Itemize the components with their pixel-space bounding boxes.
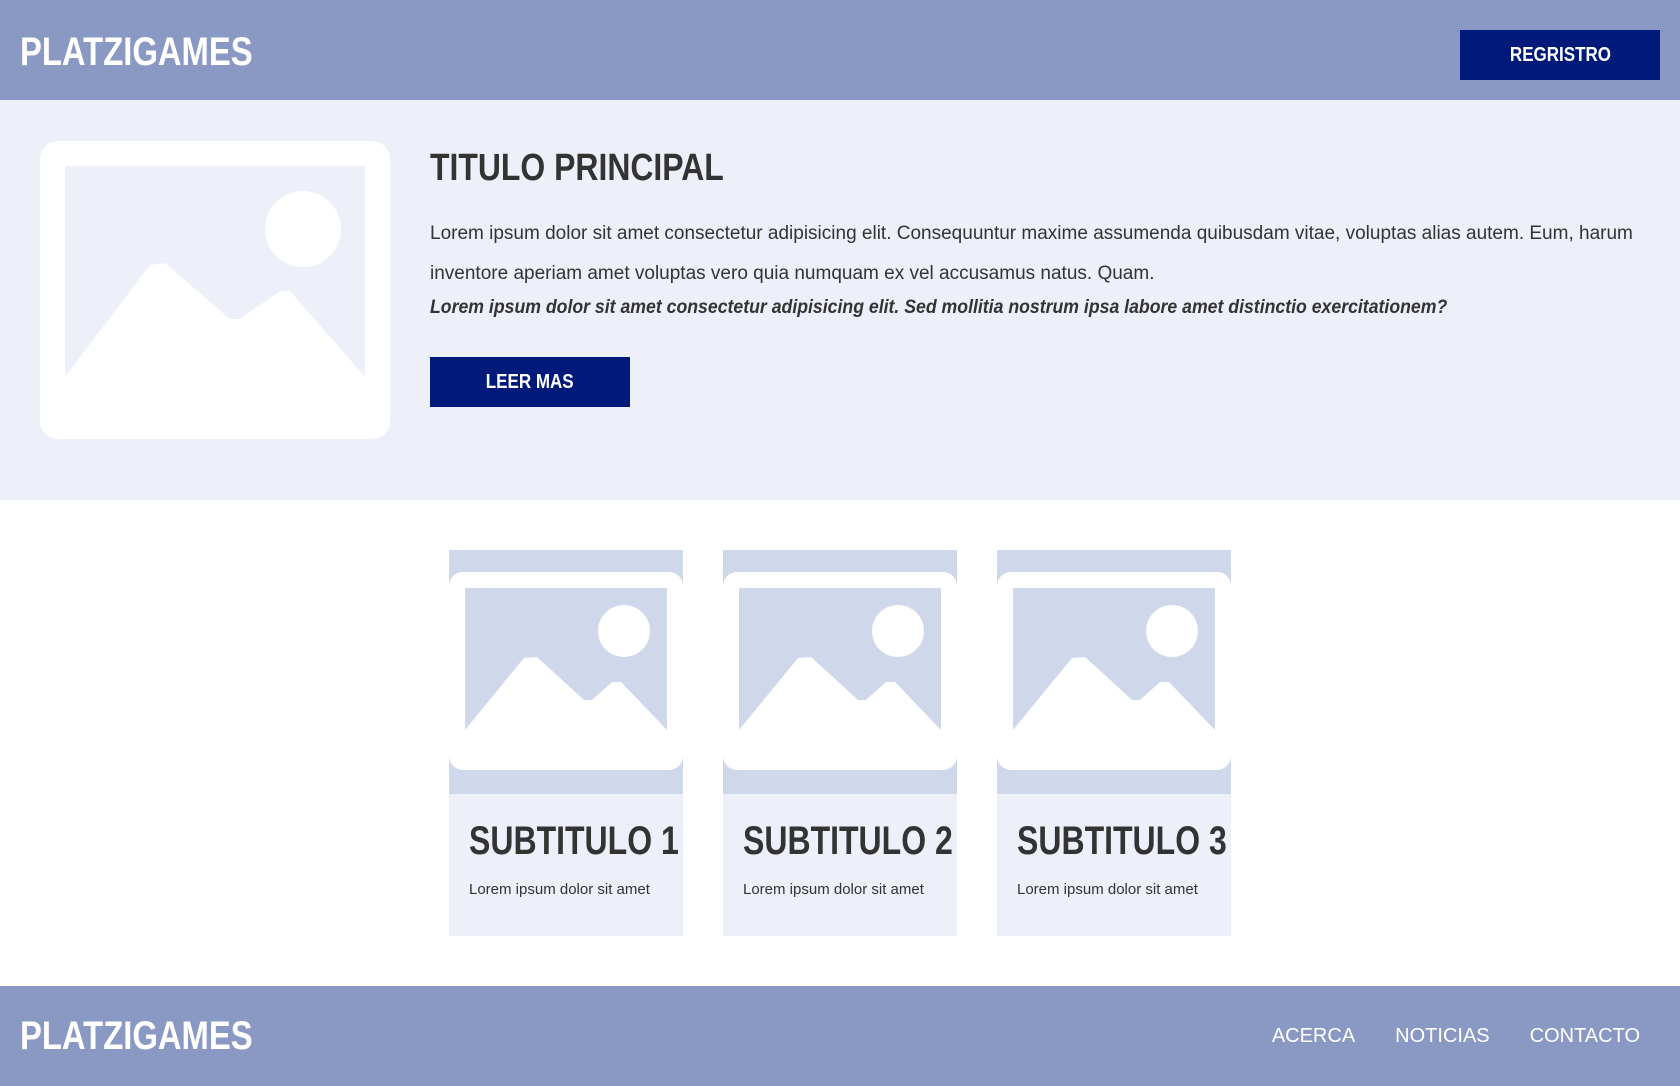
card-text: Lorem ipsum dolor sit amet — [1017, 881, 1198, 898]
page-title: TITULO PRINCIPAL — [430, 147, 724, 189]
card-title: SUBTITULO 2 — [743, 819, 953, 863]
card-title: SUBTITULO 3 — [1017, 819, 1227, 863]
hero-section: TITULO PRINCIPAL Lorem ipsum dolor sit a… — [0, 100, 1680, 500]
read-more-label: LEER MAS — [486, 370, 574, 393]
image-placeholder-icon — [65, 166, 365, 406]
card-title: SUBTITULO 1 — [469, 819, 679, 863]
footer-nav: ACERCA NOTICIAS CONTACTO — [1272, 986, 1640, 1086]
hero-image — [40, 141, 390, 439]
site-header: PLATZIGAMES REGRISTRO — [0, 0, 1680, 100]
read-more-button[interactable]: LEER MAS — [430, 357, 630, 407]
card-text: Lorem ipsum dolor sit amet — [743, 881, 924, 898]
hero-paragraph: Lorem ipsum dolor sit amet consectetur a… — [430, 223, 1633, 284]
footer-link-acerca[interactable]: ACERCA — [1272, 1025, 1355, 1048]
image-placeholder-icon — [1013, 588, 1215, 746]
register-button-label: REGRISTRO — [1509, 43, 1611, 66]
card-media — [449, 550, 683, 794]
card[interactable]: SUBTITULO 3 Lorem ipsum dolor sit amet — [997, 550, 1231, 936]
card-image — [723, 572, 957, 770]
hero-emphasis: Lorem ipsum dolor sit amet consectetur a… — [430, 297, 1448, 318]
card-image — [449, 572, 683, 770]
image-placeholder-icon — [739, 588, 941, 746]
footer-link-noticias[interactable]: NOTICIAS — [1395, 1025, 1489, 1048]
card[interactable]: SUBTITULO 1 Lorem ipsum dolor sit amet — [449, 550, 683, 936]
site-logo[interactable]: PLATZIGAMES — [20, 28, 253, 76]
card-media — [723, 550, 957, 794]
footer-logo[interactable]: PLATZIGAMES — [20, 1012, 253, 1060]
site-footer: PLATZIGAMES ACERCA NOTICIAS CONTACTO — [0, 986, 1680, 1086]
cards-section: SUBTITULO 1 Lorem ipsum dolor sit amet S… — [449, 550, 1231, 936]
image-placeholder-icon — [465, 588, 667, 746]
footer-link-contacto[interactable]: CONTACTO — [1530, 1025, 1640, 1048]
card[interactable]: SUBTITULO 2 Lorem ipsum dolor sit amet — [723, 550, 957, 936]
card-image — [997, 572, 1231, 770]
card-text: Lorem ipsum dolor sit amet — [469, 881, 650, 898]
register-button[interactable]: REGRISTRO — [1460, 30, 1660, 80]
card-media — [997, 550, 1231, 794]
